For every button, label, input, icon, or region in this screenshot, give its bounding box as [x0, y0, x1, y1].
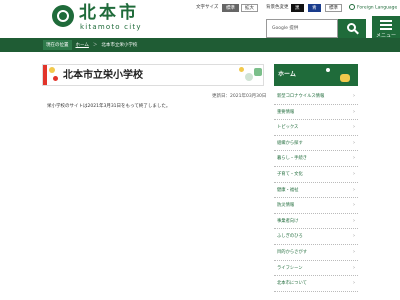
sidebar-item-topics[interactable]: トピックス › [274, 120, 358, 136]
sidebar-item-organization[interactable]: 組織から探す › [274, 136, 358, 152]
chevron-right-icon: › [353, 170, 355, 177]
chevron-right-icon: › [353, 155, 355, 162]
menu-button[interactable]: メニュー [372, 16, 400, 40]
sidebar-item-label: 新型コロナウイルス情報 [277, 94, 325, 99]
decorative-dot-icon [49, 67, 55, 73]
chevron-right-icon: › [353, 108, 355, 115]
sidebar-item-label: 防災情報 [277, 203, 295, 209]
sidebar-item-purpose[interactable]: 目的からさがす › [274, 245, 358, 261]
sidebar-item-label: 北本市について [277, 281, 307, 287]
sidebar-item-label: ライフシーン [277, 265, 303, 271]
decorative-dot-icon [239, 67, 244, 72]
sidebar-home-link[interactable]: ホーム [274, 64, 358, 86]
font-size-standard-button[interactable]: 標準 [222, 4, 239, 12]
sidebar-nav: 新型コロナウイルス情報 › 重要情報 › トピックス › 組織から探す › 暮らし・手続… [274, 89, 358, 292]
decorative-leaf-icon [340, 74, 350, 82]
sidebar-item-about[interactable]: 北本市について › [274, 276, 358, 292]
font-size-large-button[interactable]: 拡大 [241, 4, 258, 12]
sidebar-home-label: ホーム [278, 71, 296, 78]
sidebar-item-label: ふしぎのひろ [277, 234, 303, 240]
sidebar-item-label: 重要情報 [277, 109, 295, 115]
search-input[interactable]: Google 提供 [266, 19, 338, 38]
decorative-dot-icon [326, 68, 330, 72]
sidebar-item-living[interactable]: 暮らし・手続き › [274, 151, 358, 167]
sidebar-item-business[interactable]: 事業者向け › [274, 214, 358, 230]
breadcrumb-current: 北本市立栄小学校 [101, 43, 138, 48]
sidebar-item-label: 健康・福祉 [277, 187, 299, 193]
sidebar-item-label: 子育て・文化 [277, 171, 303, 177]
site-header: 北本市 kitamoto city 文字サイズ 標準 拡大 背景色変更 黒 青 … [0, 0, 400, 40]
sidebar-item-label: 組織から探す [277, 140, 303, 146]
chevron-right-icon: › [353, 248, 355, 255]
decorative-leaf-icon [254, 68, 262, 76]
globe-icon [349, 4, 355, 10]
sidebar-item-label: トピックス [277, 125, 299, 131]
body-text: 栄小学校のサイトは2021年3月31日をもって終了しました。 [47, 104, 171, 109]
foreign-language-link[interactable]: Foreign Language [349, 4, 397, 13]
breadcrumb-location-label: 現在の位置 [43, 40, 72, 50]
chevron-right-icon: › [353, 264, 355, 271]
sidebar-item-label: 事業者向け [277, 218, 299, 224]
breadcrumb: 現在の位置 ホーム ＞ 北本市立栄小学校 [43, 38, 137, 52]
sidebar-item-label: 暮らし・手続き [277, 156, 308, 162]
page-title-box: 北本市立栄小学校 [42, 64, 264, 86]
sidebar-item-label: 目的からさがす [277, 249, 308, 255]
search-icon-handle [354, 29, 359, 35]
sidebar-item-covid[interactable]: 新型コロナウイルス情報 › [274, 89, 358, 105]
bg-standard-button[interactable]: 標準 [325, 4, 342, 12]
font-size-label: 文字サイズ [196, 5, 219, 10]
chevron-right-icon: › [353, 280, 355, 287]
decorative-dot-icon [53, 76, 58, 81]
breadcrumb-bar: 現在の位置 ホーム ＞ 北本市立栄小学校 [0, 38, 400, 52]
page-title: 北本市立栄小学校 [63, 70, 143, 81]
bg-color-label: 背景色変更 [266, 5, 289, 10]
updated-date: 更新日：2021年03月30日 [212, 94, 267, 99]
chevron-right-icon: › [353, 217, 355, 224]
hamburger-icon-bar [380, 24, 392, 26]
decorative-dot-icon [245, 73, 253, 81]
bg-black-button[interactable]: 黒 [291, 4, 304, 12]
chevron-right-icon: › [353, 202, 355, 209]
sidebar-item-fushigi[interactable]: ふしぎのひろ › [274, 229, 358, 245]
search-button[interactable] [338, 19, 366, 38]
chevron-right-icon: › [353, 93, 355, 99]
hamburger-icon-bar [380, 28, 392, 30]
sidebar-item-health[interactable]: 健康・福祉 › [274, 183, 358, 199]
hamburger-icon [380, 20, 392, 22]
site-logo-sub: kitamoto city [80, 23, 142, 31]
site-logo[interactable]: 北本市 [79, 3, 139, 23]
city-emblem-icon[interactable] [52, 5, 74, 27]
chevron-right-icon: › [353, 124, 355, 131]
sidebar-item-lifescene[interactable]: ライフシーン › [274, 261, 358, 277]
chevron-right-icon: › [353, 139, 355, 146]
breadcrumb-separator: ＞ [92, 43, 98, 48]
bg-blue-button[interactable]: 青 [308, 4, 321, 12]
sidebar-item-important[interactable]: 重要情報 › [274, 105, 358, 121]
foreign-language-label: Foreign Language [357, 5, 398, 11]
chevron-right-icon: › [353, 186, 355, 193]
sidebar-item-childcare[interactable]: 子育て・文化 › [274, 167, 358, 183]
chevron-right-icon: › [353, 233, 355, 240]
title-accent-bar [43, 65, 47, 85]
breadcrumb-home-link[interactable]: ホーム [76, 42, 89, 48]
sidebar-item-disaster[interactable]: 防災情報 › [274, 198, 358, 214]
